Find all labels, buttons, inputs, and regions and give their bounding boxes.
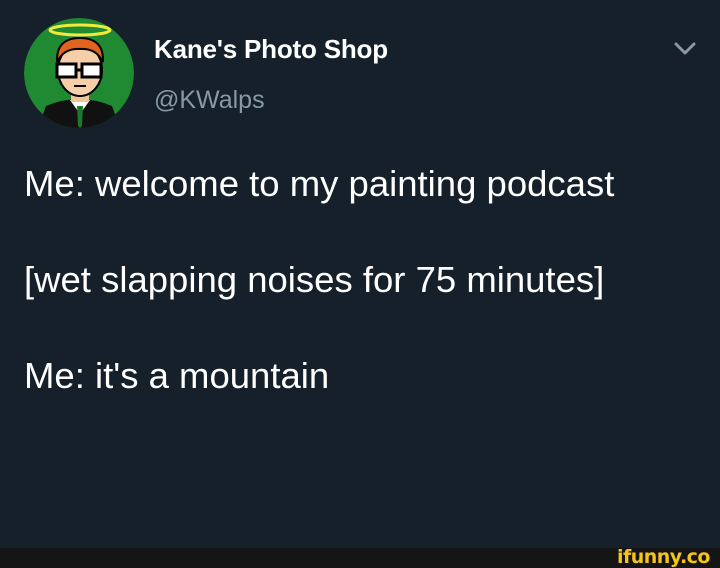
tweet-paragraph: Me: welcome to my painting podcast xyxy=(24,163,615,204)
ifunny-watermark: ifunny.co xyxy=(616,546,711,568)
tweet-text: Me: welcome to my painting podcast [wet … xyxy=(24,158,694,446)
tweet-card: Kane's Photo Shop @KWalps Me: welcome to… xyxy=(0,0,720,548)
chevron-down-icon[interactable] xyxy=(672,40,698,58)
tweet-paragraph: Me: it's a mountain xyxy=(24,355,330,396)
watermark-bar xyxy=(0,548,720,568)
avatar[interactable] xyxy=(24,18,134,128)
display-name[interactable]: Kane's Photo Shop xyxy=(154,34,388,65)
username-handle[interactable]: @KWalps xyxy=(154,86,265,115)
tweet-paragraph: [wet slapping noises for 75 minutes] xyxy=(24,259,605,300)
cartoon-man-with-halo-icon xyxy=(24,18,134,128)
